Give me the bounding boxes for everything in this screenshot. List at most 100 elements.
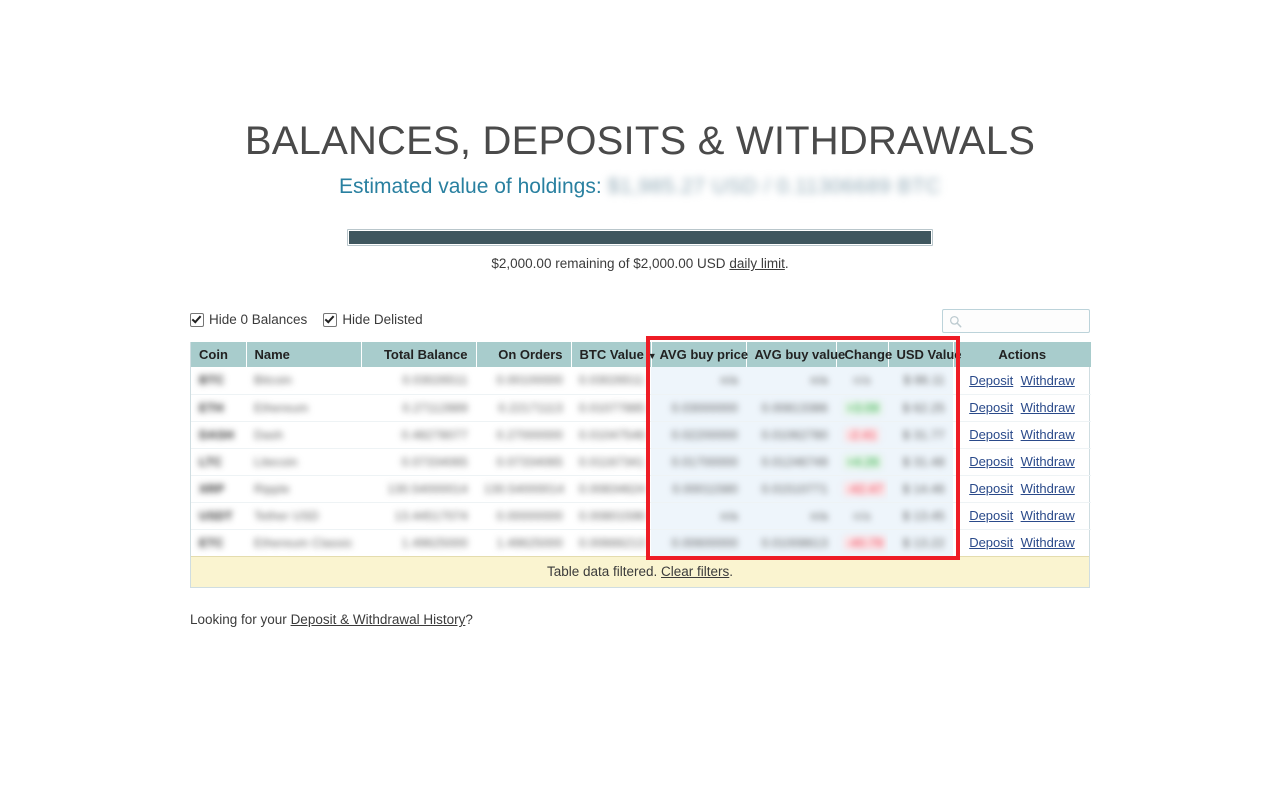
table-controls: Hide 0 Balances Hide Delisted <box>190 309 1125 335</box>
value-text: $ 31.48 <box>902 454 945 469</box>
cell-btc-value: 0.00666213 <box>571 529 651 556</box>
deposit-link[interactable]: Deposit <box>969 508 1013 523</box>
column-header-on-orders[interactable]: On Orders <box>476 342 572 368</box>
cell-usd-value: $ 13.45 <box>888 502 953 530</box>
search-box[interactable] <box>942 309 1125 334</box>
deposit-link[interactable]: Deposit <box>969 427 1013 442</box>
cell-avg-buy-value: 0.01008613 <box>746 529 836 557</box>
deposit-link[interactable]: Deposit <box>969 454 1013 469</box>
column-header-btc-value[interactable]: BTC Value ▼ <box>571 342 657 368</box>
cell-symbol: USDT <box>191 502 246 530</box>
withdraw-link[interactable]: Withdraw <box>1021 400 1075 415</box>
value-text: 0.01510771 <box>761 481 828 496</box>
table-row: DASH Dash 0.48278077 0.27000000 0.01047546 0.… <box>191 421 1091 449</box>
daily-limit-link[interactable]: daily limit <box>729 256 785 271</box>
column-header-total-balance[interactable]: Total Balance <box>361 342 477 368</box>
cell-name: Tether USD <box>246 502 361 530</box>
cell-avg-buy-price: 0.03000000 <box>651 394 746 422</box>
cell-usd-value: $ 31.77 <box>888 421 953 449</box>
withdraw-link[interactable]: Withdraw <box>1021 454 1075 469</box>
daily-limit-progress-fill <box>349 231 931 245</box>
cell-symbol: XRP <box>191 475 246 503</box>
value-text: Ethereum <box>254 400 309 415</box>
value-text: n/a <box>853 508 871 523</box>
value-text: 0.27112889 <box>402 400 468 415</box>
cell-change: -2.41 <box>836 421 888 449</box>
column-header-label: Coin <box>199 347 228 363</box>
value-text: n/a <box>810 508 828 523</box>
cell-avg-buy-value: 0.01246749 <box>746 448 836 476</box>
value-text: USDT <box>199 508 233 523</box>
withdraw-link[interactable]: Withdraw <box>1021 373 1075 388</box>
value-text: $ 31.77 <box>902 427 945 442</box>
daily-limit-block: $2,000.00 remaining of $2,000.00 USD dai… <box>190 229 1090 271</box>
cell-name: Ethereum Classic <box>246 529 361 556</box>
deposit-withdrawal-history-link[interactable]: Deposit & Withdrawal History <box>291 612 466 627</box>
balances-table-container: Coin Name Total Balance On Orders BTC Value ▼… <box>190 336 1091 589</box>
deposit-link[interactable]: Deposit <box>969 400 1013 415</box>
cell-avg-buy-price: n/a <box>651 367 746 395</box>
value-text: Ethereum Classic <box>254 535 353 550</box>
hide-zero-balances-checkbox[interactable]: Hide 0 Balances <box>190 312 307 327</box>
cell-btc-value: 0.01167341 <box>571 448 651 476</box>
column-header-avg-buy-price[interactable]: AVG buy price <box>651 342 749 368</box>
value-text: $ 62.25 <box>902 400 945 415</box>
value-text: +3.09 <box>844 400 882 415</box>
value-text: 0.01077885 <box>579 400 646 415</box>
filter-checkboxes: Hide 0 Balances Hide Delisted <box>190 312 423 327</box>
cell-symbol: ETH <box>191 394 246 422</box>
checkbox-indicator[interactable] <box>323 312 338 327</box>
withdraw-link[interactable]: Withdraw <box>1021 508 1075 523</box>
column-header-actions[interactable]: Actions <box>953 342 1091 368</box>
value-text: Ripple <box>254 481 290 496</box>
value-text: 0.01062780 <box>761 427 828 442</box>
cell-usd-value: $ 86.11 <box>888 367 953 395</box>
value-text: 0.00801596 <box>579 508 646 523</box>
value-text: 0.03026511 <box>579 373 645 388</box>
value-text: 0.00600000 <box>671 535 738 550</box>
withdraw-link[interactable]: Withdraw <box>1021 481 1075 496</box>
column-header-coin[interactable]: Coin <box>191 342 247 368</box>
column-header-change[interactable]: Change <box>836 342 892 368</box>
filter-notice-text: Table data filtered. <box>546 564 658 580</box>
checkbox-indicator[interactable] <box>190 312 204 327</box>
clear-filters-link[interactable]: Clear filters <box>661 564 729 579</box>
withdraw-link[interactable]: Withdraw <box>1021 427 1075 442</box>
withdraw-link[interactable]: Withdraw <box>1021 535 1075 550</box>
hide-zero-balances-label: Hide 0 Balances <box>209 312 308 328</box>
cell-change: +3.09 <box>836 394 888 422</box>
column-header-label: BTC Value <box>579 347 644 363</box>
value-text: Tether USD <box>254 508 320 523</box>
cell-usd-value: $ 31.48 <box>888 448 953 476</box>
cell-actions: Deposit Withdraw <box>953 475 1091 503</box>
value-text: ETC <box>199 535 224 550</box>
value-text: n/a <box>810 373 828 388</box>
column-header-label: USD Value <box>896 347 962 363</box>
deposit-link[interactable]: Deposit <box>969 535 1013 550</box>
column-header-name[interactable]: Name <box>246 342 362 368</box>
value-text: +4.26 <box>844 454 882 469</box>
sort-desc-icon: ▼ <box>647 351 657 362</box>
value-text: 0.48278077 <box>401 427 468 442</box>
cell-avg-buy-price: 0.00600000 <box>651 529 746 557</box>
cell-usd-value: $ 62.25 <box>888 394 953 422</box>
column-header-label: Total Balance <box>383 347 468 363</box>
value-text: Bitcoin <box>254 373 293 388</box>
value-text: 0.00834624 <box>579 481 646 496</box>
table-row: ETC Ethereum Classic 1.49625000 1.49625000 0… <box>191 529 1091 557</box>
deposit-link[interactable]: Deposit <box>969 481 1013 496</box>
deposit-link[interactable]: Deposit <box>969 373 1013 388</box>
cell-change: +4.26 <box>836 448 888 476</box>
cell-actions: Deposit Withdraw <box>953 529 1091 556</box>
cell-total-balance: 0.03026511 <box>361 367 476 395</box>
value-text: DASH <box>199 427 235 442</box>
cell-btc-value: 0.01077885 <box>571 394 651 422</box>
column-header-avg-buy-value[interactable]: AVG buy value <box>746 342 845 368</box>
search-input[interactable] <box>966 313 1125 330</box>
column-header-label: AVG buy price <box>659 347 749 363</box>
hide-delisted-checkbox[interactable]: Hide Delisted <box>323 312 423 327</box>
cell-actions: Deposit Withdraw <box>953 421 1091 449</box>
value-text: -42.47 <box>844 481 886 496</box>
column-header-usd-value[interactable]: USD Value <box>888 342 962 368</box>
cell-avg-buy-value: 0.00813386 <box>746 394 836 422</box>
